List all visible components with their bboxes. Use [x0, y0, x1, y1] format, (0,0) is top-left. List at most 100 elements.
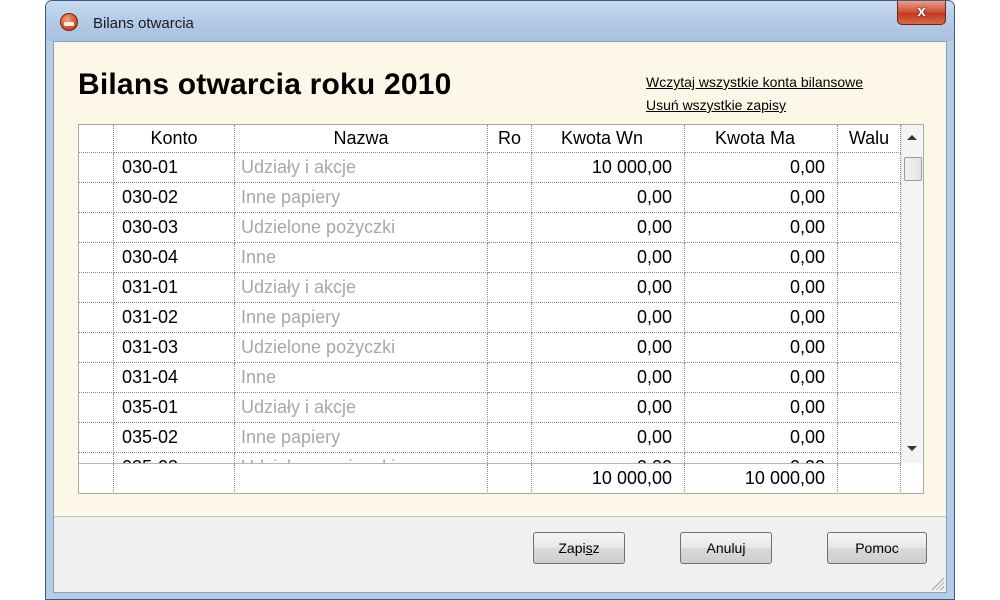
balance-grid[interactable]: Konto Nazwa Ro Kwota Wn Kwota Ma Walu 03… [78, 124, 924, 494]
kwota-wn-cell[interactable]: 0,00 [532, 273, 685, 303]
table-row[interactable]: 031-01 Udziały i akcje 0,00 0,00 [79, 273, 901, 303]
nazwa-cell[interactable]: Inne papiery [235, 183, 488, 213]
walu-cell[interactable] [838, 423, 901, 453]
nazwa-cell[interactable]: Udziały i akcje [235, 393, 488, 423]
row-selector-cell[interactable] [79, 213, 114, 243]
konto-cell[interactable]: 031-02 [114, 303, 235, 333]
delete-all-entries-link[interactable]: Usuń wszystkie zapisy [646, 97, 786, 113]
column-header-kwota-wn[interactable]: Kwota Wn [532, 125, 685, 153]
walu-cell[interactable] [838, 183, 901, 213]
ro-cell[interactable] [488, 333, 532, 363]
konto-cell[interactable]: 030-03 [114, 213, 235, 243]
resize-grip-icon[interactable] [930, 576, 944, 590]
ro-cell[interactable] [488, 393, 532, 423]
nazwa-cell[interactable]: Udziały i akcje [235, 273, 488, 303]
row-selector-cell[interactable] [79, 393, 114, 423]
table-row[interactable]: 031-02 Inne papiery 0,00 0,00 [79, 303, 901, 333]
nazwa-cell[interactable]: Udziały i akcje [235, 153, 488, 183]
nazwa-cell[interactable]: Inne [235, 363, 488, 393]
nazwa-cell[interactable]: Udzielone pożyczki [235, 213, 488, 243]
load-all-balance-accounts-link[interactable]: Wczytaj wszystkie konta bilansowe [646, 74, 863, 90]
kwota-wn-cell[interactable]: 0,00 [532, 423, 685, 453]
kwota-wn-cell[interactable]: 0,00 [532, 393, 685, 423]
column-header-nazwa[interactable]: Nazwa [235, 125, 488, 153]
column-header-ro[interactable]: Ro [488, 125, 532, 153]
kwota-wn-cell[interactable]: 0,00 [532, 363, 685, 393]
konto-cell[interactable]: 030-04 [114, 243, 235, 273]
konto-cell[interactable]: 030-02 [114, 183, 235, 213]
title-bar[interactable]: Bilans otwarcia x [46, 1, 954, 41]
walu-cell[interactable] [838, 303, 901, 333]
kwota-ma-cell[interactable]: 0,00 [685, 333, 838, 363]
kwota-ma-cell[interactable]: 0,00 [685, 213, 838, 243]
scroll-thumb[interactable] [904, 157, 922, 181]
walu-cell[interactable] [838, 363, 901, 393]
kwota-wn-cell[interactable]: 0,00 [532, 183, 685, 213]
column-header-selector[interactable] [79, 125, 114, 153]
table-row[interactable]: 035-01 Udziały i akcje 0,00 0,00 [79, 393, 901, 423]
kwota-ma-cell[interactable]: 0,00 [685, 393, 838, 423]
ro-cell[interactable] [488, 303, 532, 333]
ro-cell[interactable] [488, 363, 532, 393]
scroll-up-arrow-icon[interactable] [907, 135, 917, 140]
row-selector-cell[interactable] [79, 333, 114, 363]
row-selector-cell[interactable] [79, 183, 114, 213]
row-selector-cell[interactable] [79, 363, 114, 393]
kwota-ma-cell[interactable]: 0,00 [685, 183, 838, 213]
konto-cell[interactable]: 035-01 [114, 393, 235, 423]
kwota-wn-cell[interactable]: 10 000,00 [532, 153, 685, 183]
cancel-button[interactable]: Anuluj [680, 532, 772, 564]
vertical-scrollbar[interactable] [901, 125, 923, 463]
nazwa-cell[interactable]: Inne [235, 243, 488, 273]
walu-cell[interactable] [838, 393, 901, 423]
row-selector-cell[interactable] [79, 423, 114, 453]
walu-cell[interactable] [838, 333, 901, 363]
close-button[interactable]: x [897, 1, 946, 25]
kwota-ma-cell[interactable]: 0,00 [685, 243, 838, 273]
konto-cell[interactable]: 031-04 [114, 363, 235, 393]
ro-cell[interactable] [488, 423, 532, 453]
row-selector-cell[interactable] [79, 303, 114, 333]
kwota-wn-cell[interactable]: 0,00 [532, 243, 685, 273]
ro-cell[interactable] [488, 213, 532, 243]
row-selector-cell[interactable] [79, 153, 114, 183]
column-header-konto[interactable]: Konto [114, 125, 235, 153]
konto-cell[interactable]: 031-01 [114, 273, 235, 303]
kwota-wn-cell[interactable]: 0,00 [532, 303, 685, 333]
ro-cell[interactable] [488, 183, 532, 213]
help-button[interactable]: Pomoc [827, 532, 927, 564]
table-row[interactable]: 030-01 Udziały i akcje 10 000,00 0,00 [79, 153, 901, 183]
kwota-wn-cell[interactable]: 0,00 [532, 333, 685, 363]
table-row[interactable]: 030-02 Inne papiery 0,00 0,00 [79, 183, 901, 213]
row-selector-cell[interactable] [79, 243, 114, 273]
kwota-wn-cell[interactable]: 0,00 [532, 213, 685, 243]
walu-cell[interactable] [838, 153, 901, 183]
scroll-down-arrow-icon[interactable] [907, 446, 917, 451]
nazwa-cell[interactable]: Udzielone pożyczki [235, 333, 488, 363]
row-selector-cell[interactable] [79, 273, 114, 303]
kwota-ma-cell[interactable]: 0,00 [685, 363, 838, 393]
ro-cell[interactable] [488, 273, 532, 303]
ro-cell[interactable] [488, 243, 532, 273]
table-row[interactable]: 030-03 Udzielone pożyczki 0,00 0,00 [79, 213, 901, 243]
konto-cell[interactable]: 031-03 [114, 333, 235, 363]
konto-cell[interactable]: 030-01 [114, 153, 235, 183]
table-row[interactable]: 031-03 Udzielone pożyczki 0,00 0,00 [79, 333, 901, 363]
table-row[interactable]: 031-04 Inne 0,00 0,00 [79, 363, 901, 393]
column-header-walu[interactable]: Walu [838, 125, 901, 153]
nazwa-cell[interactable]: Inne papiery [235, 423, 488, 453]
kwota-ma-cell[interactable]: 0,00 [685, 423, 838, 453]
ro-cell[interactable] [488, 153, 532, 183]
kwota-ma-cell[interactable]: 0,00 [685, 273, 838, 303]
column-header-kwota-ma[interactable]: Kwota Ma [685, 125, 838, 153]
kwota-ma-cell[interactable]: 0,00 [685, 303, 838, 333]
walu-cell[interactable] [838, 273, 901, 303]
table-row[interactable]: 035-02 Inne papiery 0,00 0,00 [79, 423, 901, 453]
nazwa-cell[interactable]: Inne papiery [235, 303, 488, 333]
table-row[interactable]: 030-04 Inne 0,00 0,00 [79, 243, 901, 273]
konto-cell[interactable]: 035-02 [114, 423, 235, 453]
kwota-ma-cell[interactable]: 0,00 [685, 153, 838, 183]
walu-cell[interactable] [838, 213, 901, 243]
save-button[interactable]: Zapisz [533, 532, 625, 564]
walu-cell[interactable] [838, 243, 901, 273]
